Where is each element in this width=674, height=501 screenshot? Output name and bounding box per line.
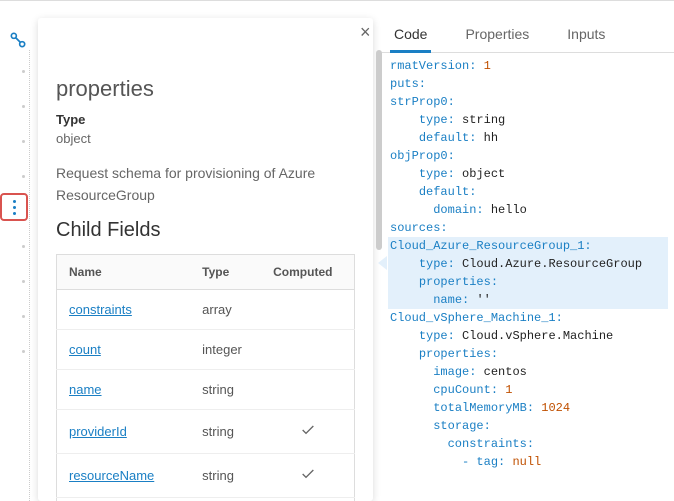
field-link[interactable]: resourceName	[69, 468, 154, 483]
rail-dot	[22, 175, 25, 178]
rail-dot	[22, 315, 25, 318]
component-actions-menu[interactable]	[0, 193, 28, 221]
code-line: Cloud_Azure_ResourceGroup_1:	[388, 237, 668, 255]
table-row: providerId string	[57, 409, 355, 453]
code-editor[interactable]: rmatVersion: 1puts:strProp0: type: strin…	[382, 53, 674, 475]
code-line: sources:	[388, 219, 668, 237]
table-row: count integer	[57, 329, 355, 369]
code-line: default:	[388, 183, 668, 201]
field-computed	[261, 329, 354, 369]
field-type: array	[190, 497, 261, 501]
right-pane: Code Properties Inputs rmatVersion: 1put…	[382, 18, 674, 501]
col-computed: Computed	[261, 254, 354, 289]
rail-dot	[22, 105, 25, 108]
table-row: name string	[57, 369, 355, 409]
field-link[interactable]: name	[69, 382, 102, 397]
code-line: totalMemoryMB: 1024	[388, 399, 668, 417]
code-line: type: object	[388, 165, 668, 183]
code-line: type: Cloud.Azure.ResourceGroup	[388, 255, 668, 273]
field-computed	[261, 289, 354, 329]
top-divider	[0, 0, 674, 1]
table-row: constraints array	[57, 289, 355, 329]
code-line: strProp0:	[388, 93, 668, 111]
field-link[interactable]: constraints	[69, 302, 132, 317]
field-computed	[261, 369, 354, 409]
code-line: type: string	[388, 111, 668, 129]
table-row: tagsarray	[57, 497, 355, 501]
field-type: string	[190, 369, 261, 409]
field-type: integer	[190, 329, 261, 369]
table-row: resourceName string	[57, 453, 355, 497]
code-line: name: ''	[388, 291, 668, 309]
code-line: storage:	[388, 417, 668, 435]
code-line: cpuCount: 1	[388, 381, 668, 399]
code-line: default: hh	[388, 129, 668, 147]
code-line: constraints:	[388, 435, 668, 453]
code-line: image: centos	[388, 363, 668, 381]
code-line: Cloud_vSphere_Machine_1:	[388, 309, 668, 327]
close-icon[interactable]: ×	[360, 22, 674, 43]
panel-description: Request schema for provisioning of Azure…	[56, 162, 355, 207]
code-line: puts:	[388, 75, 668, 93]
field-link[interactable]: count	[69, 342, 101, 357]
field-computed	[261, 453, 354, 497]
rail-dot	[22, 350, 25, 353]
type-label: Type	[56, 112, 355, 127]
code-line: properties:	[388, 345, 668, 363]
field-type: array	[190, 289, 261, 329]
rail-dot	[22, 245, 25, 248]
panel-title: properties	[56, 76, 355, 102]
col-name: Name	[57, 254, 191, 289]
child-fields-table: Name Type Computed constraintsarraycount…	[56, 254, 355, 501]
child-fields-heading: Child Fields	[56, 219, 355, 242]
code-line: type: Cloud.vSphere.Machine	[388, 327, 668, 345]
kebab-icon	[13, 200, 16, 215]
field-link[interactable]: providerId	[69, 424, 127, 439]
rail-dot	[22, 280, 25, 283]
field-computed	[261, 409, 354, 453]
field-type: string	[190, 453, 261, 497]
rail-dot	[22, 70, 25, 73]
properties-panel: properties Type object Request schema fo…	[38, 18, 373, 501]
code-line: - tag: null	[388, 453, 668, 471]
rail-dot	[22, 140, 25, 143]
field-type: string	[190, 409, 261, 453]
col-type: Type	[190, 254, 261, 289]
code-line: properties:	[388, 273, 668, 291]
field-computed	[261, 497, 354, 501]
code-line: domain: hello	[388, 201, 668, 219]
code-line: objProp0:	[388, 147, 668, 165]
type-value: object	[56, 131, 355, 146]
code-line: rmatVersion: 1	[388, 57, 668, 75]
canvas-left-rail	[0, 50, 30, 501]
